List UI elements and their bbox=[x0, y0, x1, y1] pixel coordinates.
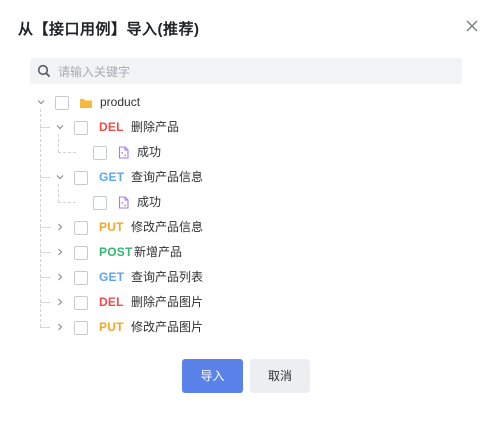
checkbox[interactable] bbox=[74, 171, 88, 185]
checkbox[interactable] bbox=[74, 296, 88, 310]
http-method-badge: POST bbox=[99, 245, 133, 259]
checkbox[interactable] bbox=[74, 221, 88, 235]
chevron-right-icon[interactable] bbox=[55, 222, 65, 232]
tree-node-api[interactable]: DEL 删除产品 bbox=[0, 115, 480, 140]
tree-guide-line bbox=[40, 109, 41, 327]
checkbox[interactable] bbox=[74, 121, 88, 135]
cancel-button[interactable]: 取消 bbox=[250, 359, 310, 393]
tree-node-api[interactable]: DEL 删除产品图片 bbox=[0, 290, 480, 315]
http-method-badge: DEL bbox=[99, 295, 124, 309]
tree-guide-line bbox=[40, 177, 50, 178]
close-icon[interactable] bbox=[464, 18, 480, 34]
tree-guide-line bbox=[58, 184, 59, 202]
tree-node-root[interactable]: product bbox=[0, 90, 480, 115]
chevron-right-icon[interactable] bbox=[55, 247, 65, 257]
http-method-badge: GET bbox=[99, 170, 125, 184]
tree-guide-line bbox=[58, 134, 59, 152]
chevron-right-icon[interactable] bbox=[55, 322, 65, 332]
test-case-icon bbox=[118, 146, 129, 159]
api-name: 删除产品图片 bbox=[131, 295, 204, 309]
chevron-right-icon[interactable] bbox=[55, 272, 65, 282]
tree-node-api[interactable]: GET 查询产品信息 bbox=[0, 165, 480, 190]
chevron-down-icon[interactable] bbox=[36, 97, 46, 107]
checkbox[interactable] bbox=[93, 196, 107, 210]
checkbox[interactable] bbox=[74, 246, 88, 260]
http-method-badge: PUT bbox=[99, 220, 124, 234]
tree-node-case[interactable]: 成功 bbox=[0, 190, 480, 215]
api-name: 修改产品信息 bbox=[131, 220, 204, 234]
api-name: 新增产品 bbox=[134, 245, 183, 259]
folder-icon bbox=[80, 99, 92, 108]
search-icon bbox=[37, 64, 51, 78]
tree-guide-line bbox=[40, 127, 50, 128]
tree-node-api[interactable]: PUT 修改产品图片 bbox=[0, 315, 480, 340]
tree-guide-line bbox=[40, 227, 50, 228]
import-dialog: 从【接口用例】导入(推荐) productDEL删除产品成功GET查询产品信息成… bbox=[0, 0, 502, 423]
folder-label: product bbox=[100, 95, 141, 109]
http-method-badge: DEL bbox=[99, 120, 124, 134]
tree-guide-line bbox=[40, 302, 50, 303]
case-label: 成功 bbox=[137, 145, 162, 159]
tree-guide-line bbox=[40, 277, 50, 278]
case-label: 成功 bbox=[137, 195, 162, 209]
tree-node-api[interactable]: PUT 修改产品信息 bbox=[0, 215, 480, 240]
search-input[interactable] bbox=[56, 58, 458, 86]
tree-node-api[interactable]: POST 新增产品 bbox=[0, 240, 480, 265]
http-method-badge: GET bbox=[99, 270, 125, 284]
tree-node-case[interactable]: 成功 bbox=[0, 140, 480, 165]
api-name: 查询产品信息 bbox=[131, 170, 204, 184]
dialog-title: 从【接口用例】导入(推荐) bbox=[18, 21, 200, 38]
http-method-badge: PUT bbox=[99, 320, 124, 334]
chevron-down-icon[interactable] bbox=[55, 122, 65, 132]
tree-guide-line bbox=[58, 152, 76, 153]
api-name: 删除产品 bbox=[131, 120, 180, 134]
tree-guide-line bbox=[40, 252, 50, 253]
tree-node-api[interactable]: GET 查询产品列表 bbox=[0, 265, 480, 290]
api-name: 查询产品列表 bbox=[131, 270, 204, 284]
checkbox[interactable] bbox=[74, 321, 88, 335]
checkbox[interactable] bbox=[74, 271, 88, 285]
checkbox[interactable] bbox=[93, 146, 107, 160]
test-case-icon bbox=[118, 196, 129, 209]
tree-guide-line bbox=[58, 202, 76, 203]
api-name: 修改产品图片 bbox=[131, 320, 204, 334]
checkbox[interactable] bbox=[55, 96, 69, 110]
chevron-right-icon[interactable] bbox=[55, 297, 65, 307]
search-box bbox=[30, 58, 462, 86]
chevron-down-icon[interactable] bbox=[55, 172, 65, 182]
import-button[interactable]: 导入 bbox=[182, 359, 243, 393]
tree-guide-line bbox=[40, 327, 50, 328]
